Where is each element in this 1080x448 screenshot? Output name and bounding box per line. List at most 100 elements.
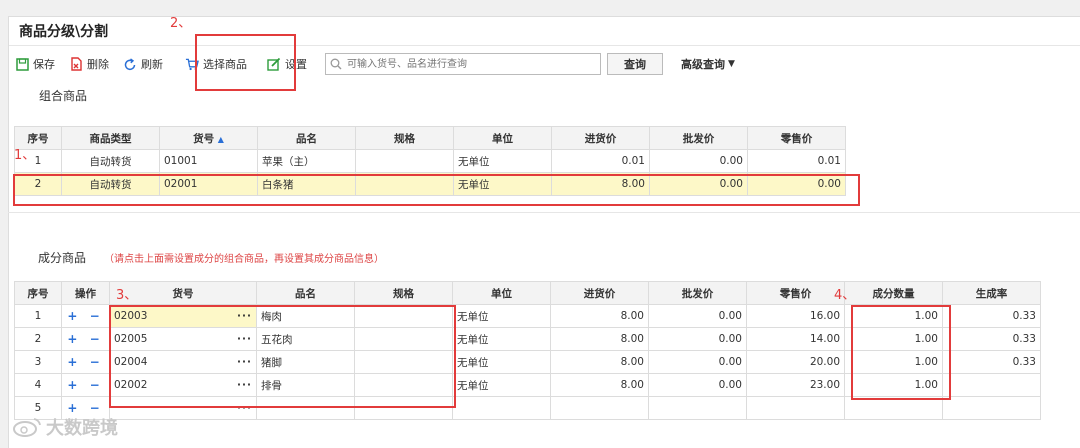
combo-header-row: 序号 商品类型 货号 ▲ 品名 规格 单位 进货价 批发价 零售价 (14, 126, 846, 150)
cell-wholesale-price: 0.00 (648, 304, 747, 328)
select-goods-button[interactable]: 选择商品 (185, 56, 247, 72)
cell-code[interactable]: 02002 ··· (109, 373, 257, 397)
col-header-code[interactable]: 货号 ▲ (159, 126, 258, 150)
combo-goods-table: 序号 商品类型 货号 ▲ 品名 规格 单位 进货价 批发价 零售价 1 自动转货… (14, 126, 846, 196)
table-row[interactable]: 5 + − ··· (14, 396, 1041, 420)
col-header-buy-price[interactable]: 进货价 (550, 281, 649, 305)
cell-ops[interactable]: + − (61, 350, 110, 374)
add-remove-row-icons[interactable]: + − (67, 309, 103, 323)
component-hint: （请点击上面需设置成分的组合商品，再设置其成分商品信息） (104, 253, 385, 265)
table-row[interactable]: 2 + − 02005 ··· 五花肉 无单位 8.00 0.00 14.00 1.00 0.33 (14, 327, 1041, 351)
cart-icon (185, 57, 199, 71)
cell-yield-rate: 0.33 (942, 350, 1041, 374)
cell-component-qty (844, 396, 943, 420)
add-remove-row-icons[interactable]: + − (67, 401, 103, 415)
query-button[interactable]: 查询 (607, 53, 663, 75)
cell-yield-rate (942, 373, 1041, 397)
cell-ops[interactable]: + − (61, 373, 110, 397)
col-header-retail-price[interactable]: 零售价 (747, 126, 846, 150)
weibo-logo-icon (12, 417, 42, 437)
cell-unit (452, 396, 551, 420)
add-remove-row-icons[interactable]: + − (67, 332, 103, 346)
lookup-ellipsis-icon[interactable]: ··· (237, 333, 252, 345)
cell-type: 自动转货 (61, 149, 160, 173)
cell-retail-price: 23.00 (746, 373, 845, 397)
cell-unit: 无单位 (452, 327, 551, 351)
code-value: 02004 (114, 356, 148, 368)
search-box[interactable] (325, 53, 601, 75)
save-button[interactable]: 保存 (15, 56, 55, 72)
cell-code[interactable]: ··· (109, 396, 257, 420)
col-header-spec[interactable]: 规格 (355, 126, 454, 150)
cell-retail-price: 0.00 (747, 172, 846, 196)
cell-spec (354, 350, 453, 374)
cell-wholesale-price: 0.00 (648, 350, 747, 374)
col-header-wholesale-price[interactable]: 批发价 (648, 281, 747, 305)
advanced-query-dropdown[interactable]: 高级查询 ▼ (681, 56, 735, 72)
cell-unit: 无单位 (453, 149, 552, 173)
col-header-yield-rate[interactable]: 生成率 (942, 281, 1041, 305)
save-label: 保存 (33, 58, 55, 71)
cell-spec (355, 149, 454, 173)
settings-button[interactable]: 设置 (267, 56, 307, 72)
cell-retail-price (746, 396, 845, 420)
cell-ops[interactable]: + − (61, 327, 110, 351)
col-header-spec[interactable]: 规格 (354, 281, 453, 305)
combo-title-text: 组合商品 (39, 88, 88, 103)
cell-buy-price (550, 396, 649, 420)
code-value: 02002 (114, 379, 148, 391)
cell-index: 4 (14, 373, 62, 397)
cell-index: 1 (14, 304, 62, 328)
delete-button[interactable]: 删除 (69, 56, 109, 72)
cell-buy-price: 0.01 (551, 149, 650, 173)
search-input[interactable] (345, 57, 599, 71)
cell-code[interactable]: 02004 ··· (109, 350, 257, 374)
col-header-name[interactable]: 品名 (256, 281, 355, 305)
lookup-ellipsis-icon[interactable]: ··· (237, 356, 252, 368)
lookup-ellipsis-icon[interactable]: ··· (237, 379, 252, 391)
col-header-type[interactable]: 商品类型 (61, 126, 160, 150)
advanced-query-label: 高级查询 (681, 58, 725, 71)
col-header-retail-price[interactable]: 零售价 (746, 281, 845, 305)
col-header-unit[interactable]: 单位 (453, 126, 552, 150)
col-header-wholesale-price[interactable]: 批发价 (649, 126, 748, 150)
cell-yield-rate: 0.33 (942, 327, 1041, 351)
table-row[interactable]: 3 + − 02004 ··· 猪脚 无单位 8.00 0.00 20.00 1.00 0.33 (14, 350, 1041, 374)
table-row-selected[interactable]: 2 自动转货 02001 白条猪 无单位 8.00 0.00 0.00 (14, 172, 846, 196)
cell-buy-price: 8.00 (550, 304, 649, 328)
save-icon (15, 57, 29, 71)
col-header-name[interactable]: 品名 (257, 126, 356, 150)
refresh-button[interactable]: 刷新 (123, 56, 163, 72)
annotation-2: 2、 (170, 16, 192, 31)
table-row[interactable]: 1 自动转货 01001 苹果（主） 无单位 0.01 0.00 0.01 (14, 149, 846, 173)
cell-retail-price: 20.00 (746, 350, 845, 374)
lookup-ellipsis-icon[interactable]: ··· (237, 402, 252, 414)
select-goods-label: 选择商品 (203, 58, 247, 71)
component-header-row: 序号 操作 货号 品名 规格 单位 进货价 批发价 零售价 成分数量 生成率 (14, 281, 1041, 305)
watermark-text: 大数跨境 (46, 418, 118, 439)
add-remove-row-icons[interactable]: + − (67, 378, 103, 392)
cell-unit: 无单位 (452, 373, 551, 397)
cell-code[interactable]: 02003 ··· (109, 304, 257, 328)
col-header-buy-price[interactable]: 进货价 (551, 126, 650, 150)
cell-wholesale-price: 0.00 (649, 149, 748, 173)
lookup-ellipsis-icon[interactable]: ··· (237, 310, 252, 322)
table-row[interactable]: 1 + − 02003 ··· 梅肉 无单位 8.00 0.00 16.00 1.00 0.33 (14, 304, 1041, 328)
add-remove-row-icons[interactable]: + − (67, 355, 103, 369)
cell-name: 苹果（主） (257, 149, 356, 173)
cell-code: 02001 (159, 172, 258, 196)
cell-wholesale-price: 0.00 (648, 327, 747, 351)
col-header-component-qty[interactable]: 成分数量 (844, 281, 943, 305)
query-label: 查询 (624, 58, 646, 71)
cell-spec (354, 327, 453, 351)
toolbar: 保存 删除 刷新 选择商品 设置 可输入货号、品名进行查询 查询 高级查询 ▼ (9, 46, 1080, 82)
section-divider (8, 212, 1080, 213)
cell-component-qty: 1.00 (844, 327, 943, 351)
cell-component-qty: 1.00 (844, 373, 943, 397)
col-header-ops: 操作 (61, 281, 110, 305)
table-row[interactable]: 4 + − 02002 ··· 排骨 无单位 8.00 0.00 23.00 1.00 (14, 373, 1041, 397)
cell-code[interactable]: 02005 ··· (109, 327, 257, 351)
cell-wholesale-price (648, 396, 747, 420)
cell-ops[interactable]: + − (61, 304, 110, 328)
col-header-unit[interactable]: 单位 (452, 281, 551, 305)
